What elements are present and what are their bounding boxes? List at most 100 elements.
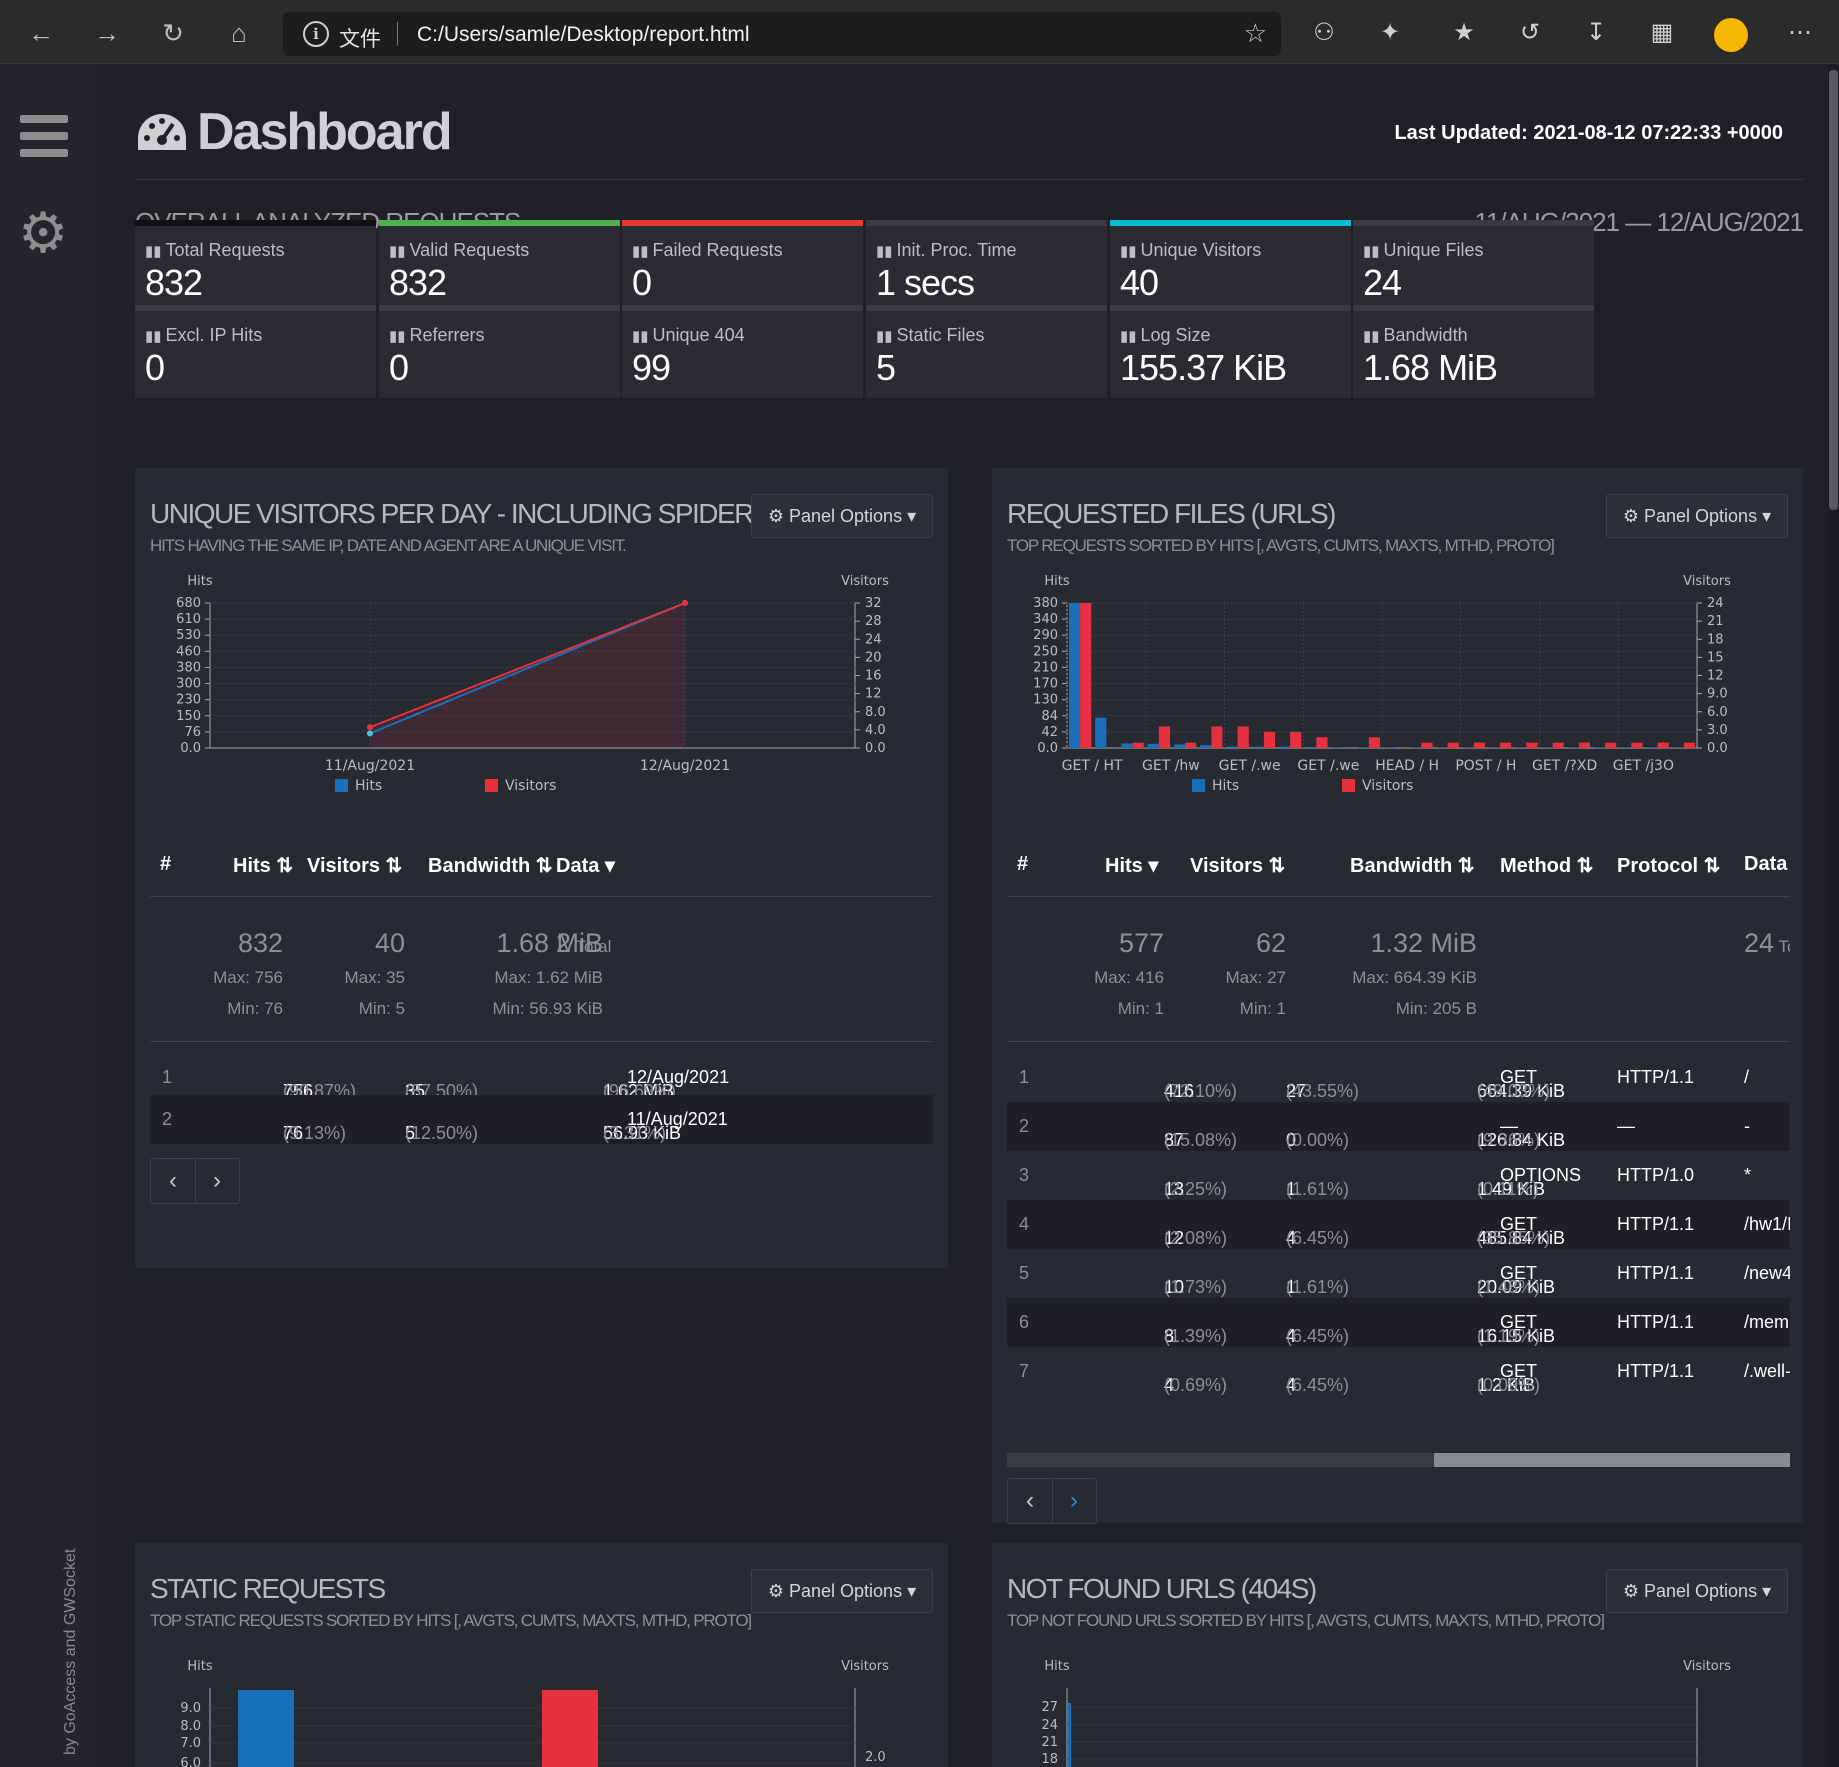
summary-hits-max: Max: 416 [1094,968,1164,987]
hits-bar [1068,1703,1071,1767]
next-page-icon[interactable]: › [195,1167,239,1195]
table-row[interactable]: 74 (0.69%) 4 (6.45%) 1.2 KiB (0.09%) GET HTT… [1007,1347,1790,1396]
col-hits-label: Hits [233,855,271,877]
address-bar[interactable]: i 文件 C:/Users/samle/Desktop/report.html … [283,12,1281,56]
table-row[interactable]: 1 416 (72.10%) 27 (43.55%) 664.39 KiB (49.0… [1007,1053,1790,1102]
bar-chart-icon: ▮▮ [1363,243,1380,260]
row-data: /.well- [1744,1361,1790,1381]
col-bandwidth[interactable]: Bandwidth ⇅ [1350,853,1475,878]
table-row[interactable]: 2 76 (9.13%) 5 (12.50%) 56.93 KiB (3.31%) 11… [150,1095,933,1144]
row-protocol: HTTP/1.1 [1617,1361,1695,1381]
table-row[interactable]: 5 10 (1.73%) 1 (1.61%) 20.09 KiB (1.48%) GET… [1007,1249,1790,1298]
prev-page-icon[interactable]: ‹ [151,1167,195,1195]
row-method: OPTIONS [1500,1165,1582,1185]
files-scrollbar-thumb[interactable] [1434,1453,1790,1467]
prev-page-icon[interactable]: ‹ [1008,1487,1052,1515]
hits-bar [1279,746,1291,748]
translate-icon[interactable]: ⚇ [1306,16,1342,50]
col-data[interactable]: Data [1744,853,1787,876]
gear-icon[interactable]: ⚙ [18,205,68,261]
stat-card-accent [379,305,620,311]
page-scrollbar-thumb[interactable] [1829,70,1838,510]
summary-data-label: Tc [1778,937,1791,956]
y-tick-label: 76 [184,725,201,740]
table-row[interactable]: 4 12 (2.08%) 4 (6.45%) 485.84 KiB (35.85%) G… [1007,1200,1790,1249]
files-horizontal-scrollbar[interactable] [1007,1453,1790,1467]
col-hits[interactable]: Hits ▾ [1105,853,1158,878]
row-hits-pct: (72.10%) [1164,1081,1238,1101]
hits-point [367,730,373,737]
stat-card: ▮▮ Excl. IP Hits 0 [135,305,376,398]
col-method-label: Method [1500,855,1572,877]
visitors-bar [1421,742,1433,748]
bar-chart-icon: ▮▮ [389,328,406,345]
reload-icon[interactable]: ↻ [156,16,190,50]
visitors-bar [1263,731,1275,748]
col-data-label: Data [556,855,600,877]
col-hits[interactable]: Hits ⇅ [233,853,293,878]
more-icon[interactable]: ⋯ [1782,16,1818,50]
row-hits-pct: (1.39%) [1164,1326,1228,1346]
table-row[interactable]: 68 (1.39%) 4 (6.45%) 16.15 KiB (1.19%) GET H… [1007,1298,1790,1347]
row-index: 2 [162,1109,173,1129]
bar-chart-icon: ▮▮ [145,328,162,345]
col-bandwidth[interactable]: Bandwidth ⇅ [428,853,553,878]
url-text[interactable]: C:/Users/samle/Desktop/report.html [417,23,750,47]
notfound-panel-options-button[interactable]: ⚙ Panel Options ▾ [1606,1569,1788,1613]
x-tick-label: GET /hw [1142,758,1200,774]
row-data: /hw1/I [1744,1214,1790,1234]
legend-label: Hits [355,778,382,794]
static-panel-options-button[interactable]: ⚙ Panel Options ▾ [751,1569,933,1613]
row-hits-pct: (0.69%) [1164,1375,1228,1395]
add-favorite-icon[interactable]: ☆ [1244,18,1267,49]
stat-card-value: 155.37 KiB [1120,347,1287,388]
row-protocol: HTTP/1.1 [1617,1067,1695,1087]
profile-avatar[interactable] [1714,18,1748,52]
static-panel-title: STATIC REQUESTS [150,1573,386,1604]
visitors-bar [1526,742,1538,748]
info-icon[interactable]: i [303,21,329,47]
stat-card-label: ▮▮ Failed Requests [632,240,783,261]
y-axis-label: Hits [187,574,212,589]
table-row[interactable]: 3 13 (2.25%) 1 (1.61%) 1.49 KiB (0.11%) OPTI… [1007,1151,1790,1200]
visitors-panel-options-button[interactable]: ⚙ Panel Options ▾ [751,494,933,538]
favorites-icon[interactable]: ★ [1446,16,1482,50]
table-row[interactable]: 2 87 (15.08%) 0 (0.00%) 126.84 KiB (9.36%) —… [1007,1102,1790,1151]
stat-card-value: 99 [632,347,671,388]
row-method: GET [1500,1263,1538,1283]
page-title: Dashboard [197,103,453,161]
collections-icon[interactable]: ▦ [1644,16,1680,50]
summary-data-label: Total [575,937,612,956]
history-icon[interactable]: ↺ [1512,16,1548,50]
summary-hits-min: Min: 1 [1117,999,1164,1018]
back-icon[interactable]: ← [24,16,58,50]
visitors-table-header: # Hits ⇅ Visitors ⇅ Bandwidth ⇅ Data ▾ [150,833,933,897]
stat-card-label: ▮▮ Init. Proc. Time [876,240,1017,261]
col-method[interactable]: Method ⇅ [1500,853,1593,878]
files-panel-options-button[interactable]: ⚙ Panel Options ▾ [1606,494,1788,538]
stat-card-label: ▮▮ Valid Requests [389,240,529,261]
row-index: 7 [1019,1361,1030,1381]
summary-visitors-max: Max: 35 [344,968,405,987]
row-data: /new4 [1744,1263,1790,1283]
stat-card-label: ▮▮ Total Requests [145,240,285,261]
hits-bar [1095,717,1107,748]
downloads-icon[interactable]: ↧ [1578,16,1614,50]
stat-card: ▮▮ Failed Requests 0 [622,220,863,313]
col-data[interactable]: Data ▾ [556,853,615,878]
y-tick-label: 0.0 [1037,741,1058,756]
col-visitors[interactable]: Visitors ⇅ [1190,853,1285,878]
extensions-icon[interactable]: ✦ [1372,16,1408,50]
stat-card-accent [622,305,863,311]
bar-chart-icon: ▮▮ [632,328,649,345]
next-page-icon[interactable]: › [1052,1487,1096,1515]
stat-card: ▮▮ Unique Files 24 [1353,220,1594,313]
forward-icon[interactable]: → [90,16,124,50]
row-protocol: — [1617,1116,1635,1136]
col-protocol[interactable]: Protocol ⇅ [1617,853,1720,878]
col-visitors[interactable]: Visitors ⇅ [307,853,402,878]
static-chart: Hits Visitors 6.0 7.0 8.0 9.0 2.0 [180,1659,889,1767]
sidebar: ⚙ by GoAccess and GWSocket [0,65,96,1767]
menu-icon[interactable] [20,115,68,166]
home-icon[interactable]: ⌂ [222,16,256,50]
